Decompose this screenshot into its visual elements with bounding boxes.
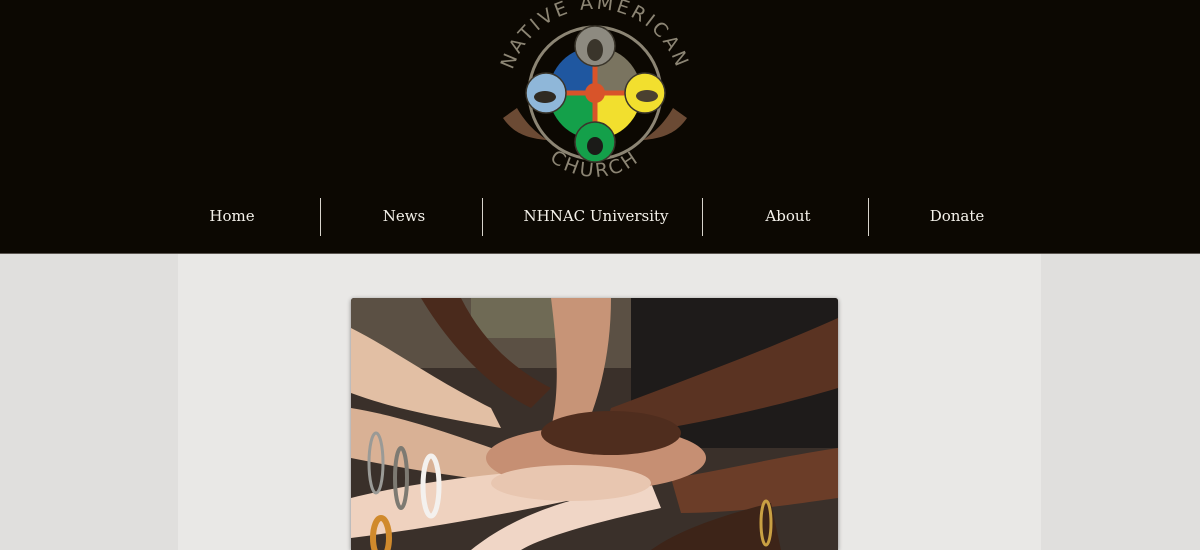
- nav-item-donate[interactable]: Donate: [897, 198, 1017, 236]
- nav-item-about[interactable]: About: [728, 198, 848, 236]
- medicine-wheel-logo-icon: NATIVE AMERICAN CHURCH: [496, 0, 690, 182]
- main-nav: Home News NHNAC University About Donate: [0, 198, 1200, 236]
- nav-divider: [868, 198, 869, 236]
- church-logo[interactable]: NATIVE AMERICAN CHURCH: [495, 0, 695, 188]
- site-header: NATIVE AMERICAN CHURCH Home News NHNAC U…: [0, 0, 1200, 254]
- stacked-hands-photo: [351, 298, 838, 550]
- hands-image-icon: [351, 298, 838, 550]
- right-margin: [1041, 254, 1200, 550]
- nav-item-nhnac-university[interactable]: NHNAC University: [506, 198, 686, 236]
- nav-item-home[interactable]: Home: [172, 198, 292, 236]
- left-margin: [0, 254, 178, 550]
- nav-divider: [702, 198, 703, 236]
- nav-item-news[interactable]: News: [344, 198, 464, 236]
- nav-divider: [482, 198, 483, 236]
- nav-divider: [320, 198, 321, 236]
